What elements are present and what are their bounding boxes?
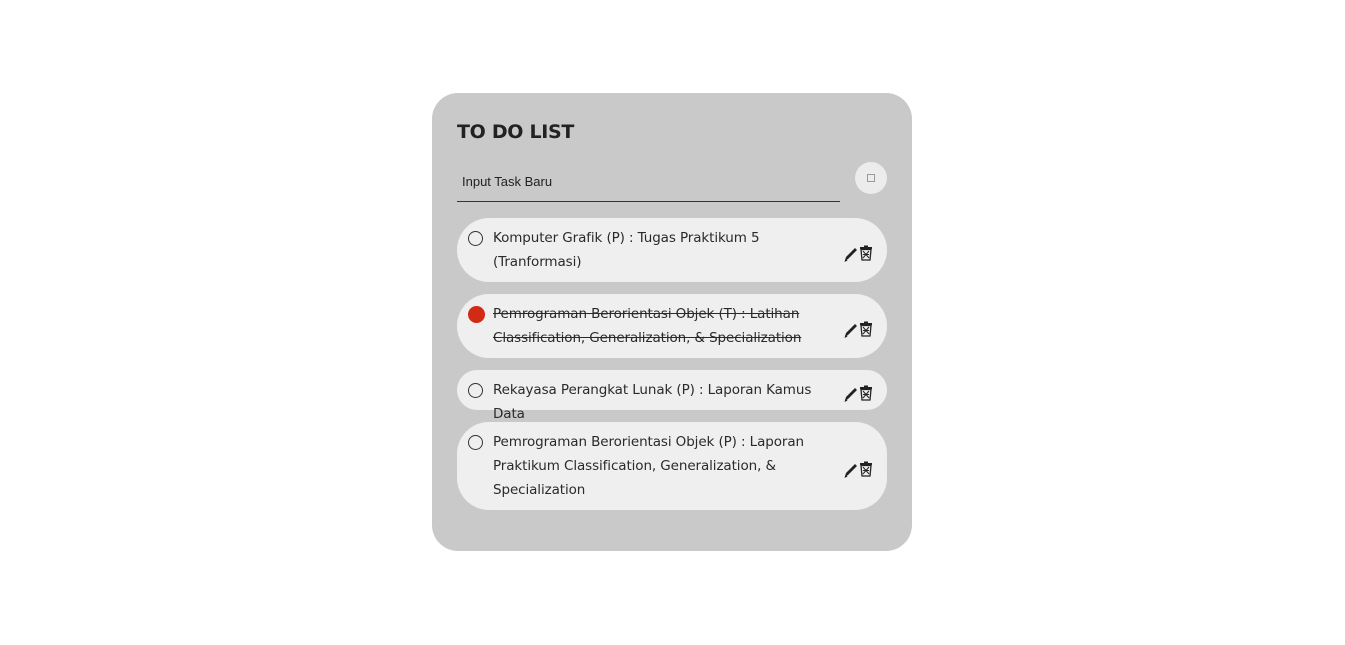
task-item: Komputer Grafik (P) : Tugas Praktikum 5 … (457, 218, 887, 282)
task-complete-toggle[interactable] (468, 435, 483, 450)
pencil-icon[interactable] (843, 321, 859, 339)
task-item: Pemrograman Berorientasi Objek (T) : Lat… (457, 294, 887, 358)
pencil-icon[interactable] (843, 461, 859, 479)
task-text: Pemrograman Berorientasi Objek (P) : Lap… (493, 434, 804, 498)
add-task-button[interactable] (855, 162, 887, 194)
task-item: Pemrograman Berorientasi Objek (P) : Lap… (457, 422, 887, 510)
task-actions (843, 245, 875, 263)
pencil-icon[interactable] (843, 385, 859, 403)
pencil-icon[interactable] (843, 245, 859, 263)
task-actions (843, 321, 875, 339)
task-text: Rekayasa Perangkat Lunak (P) : Laporan K… (493, 382, 812, 422)
trash-icon[interactable] (859, 385, 875, 403)
todo-card: TO DO LIST Komputer Grafik (P) : Tugas P… (432, 93, 912, 551)
new-task-input[interactable] (457, 162, 840, 202)
task-complete-toggle[interactable] (468, 383, 483, 398)
trash-icon[interactable] (859, 245, 875, 263)
trash-icon[interactable] (859, 461, 875, 479)
task-complete-toggle[interactable] (468, 231, 483, 246)
task-item: Rekayasa Perangkat Lunak (P) : Laporan K… (457, 370, 887, 422)
trash-icon[interactable] (859, 321, 875, 339)
checkbox-icon (867, 174, 875, 182)
task-complete-toggle[interactable] (468, 306, 485, 323)
task-text: Komputer Grafik (P) : Tugas Praktikum 5 … (493, 230, 760, 270)
task-text: Pemrograman Berorientasi Objek (T) : Lat… (493, 306, 802, 346)
task-actions (843, 385, 875, 403)
page-title: TO DO LIST (457, 121, 575, 143)
new-task-row (457, 162, 887, 202)
task-actions (843, 461, 875, 479)
